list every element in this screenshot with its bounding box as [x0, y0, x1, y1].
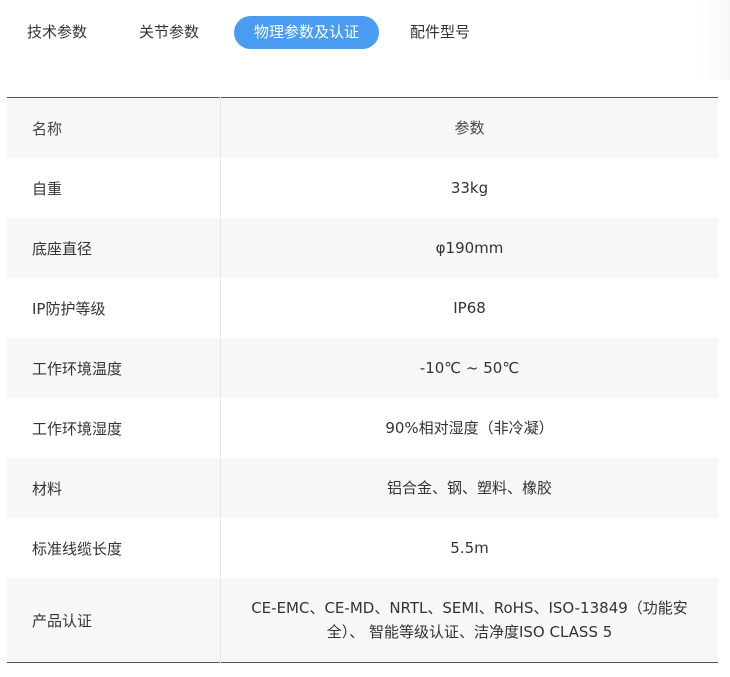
table-row: IP防护等级 IP68	[7, 278, 718, 338]
table-row: 底座直径 φ190mm	[7, 218, 718, 278]
spec-tabs: 技术参数 关节参数 物理参数及认证 配件型号	[10, 16, 505, 49]
row-value-cell: 33kg	[450, 179, 489, 197]
row-value-cell: 铝合金、钢、塑料、橡胶	[220, 458, 718, 518]
table-row: 工作环境温度 -10℃ ~ 50℃	[7, 338, 718, 398]
tab-physical-params-certification[interactable]: 物理参数及认证	[234, 16, 380, 49]
row-name-cell: 工作环境温度	[7, 338, 221, 398]
table-row: 产品认证 CE-EMC、CE-MD、NRTL、SEMI、RoHS、ISO-138…	[7, 578, 718, 663]
corner-decoration	[700, 0, 730, 80]
header-value-cell: 参数	[220, 97, 718, 158]
row-value-cell: CE-EMC、CE-MD、NRTL、SEMI、RoHS、ISO-13849（功能…	[220, 578, 718, 663]
row-name-cell: 材料	[7, 458, 221, 518]
table-row: 自重 33kg	[7, 158, 718, 218]
row-name-cell: 标准线缆长度	[7, 518, 221, 578]
row-name-cell: IP防护等级	[7, 278, 221, 338]
row-name-cell: 产品认证	[7, 578, 221, 663]
table-row: 标准线缆长度 5.5m	[7, 518, 718, 578]
spec-table: 名称 参数 自重 33kg 底座直径 φ190mm IP防护等级 IP68 工作…	[7, 97, 718, 663]
row-name-cell: 工作环境湿度	[7, 398, 221, 458]
tab-accessory-models[interactable]: 配件型号	[393, 16, 487, 49]
header-name-cell: 名称	[7, 97, 221, 158]
row-value-cell: φ190mm	[220, 218, 718, 278]
table-header-row: 名称 参数	[7, 97, 718, 158]
table-row: 材料 铝合金、钢、塑料、橡胶	[7, 458, 718, 518]
row-name-cell: 底座直径	[7, 218, 221, 278]
row-value-cell: 90%相对湿度（非冷凝）	[385, 419, 554, 437]
table-row: 工作环境湿度 90%相对湿度（非冷凝）	[7, 398, 718, 458]
tab-technical-params[interactable]: 技术参数	[10, 16, 104, 49]
row-value-cell: IP68	[453, 299, 486, 317]
row-value-cell: 5.5m	[450, 539, 489, 557]
row-value-cell: -10℃ ~ 50℃	[220, 338, 718, 398]
row-name-cell: 自重	[7, 158, 221, 218]
tab-joint-params[interactable]: 关节参数	[122, 16, 216, 49]
